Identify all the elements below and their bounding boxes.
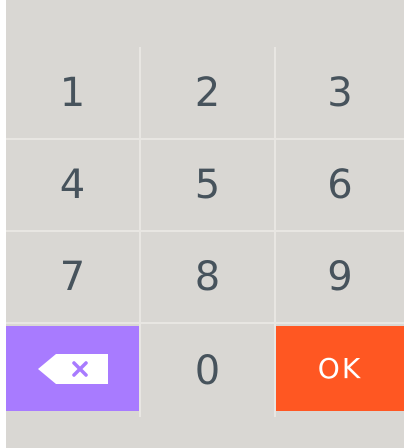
- keypad-grid: 1 2 3 4 5 6 7 8 9 0 OK: [6, 47, 404, 417]
- key-0[interactable]: 0: [141, 324, 274, 417]
- numeric-keypad: 1 2 3 4 5 6 7 8 9 0 OK: [6, 0, 404, 448]
- backspace-button[interactable]: [6, 326, 139, 411]
- grid-divider: [6, 322, 404, 324]
- key-label: 9: [327, 254, 353, 300]
- key-8[interactable]: 8: [141, 232, 274, 322]
- keypad-footer: [6, 417, 404, 448]
- key-label: 6: [327, 162, 353, 208]
- ok-label: OK: [317, 351, 363, 385]
- ok-button[interactable]: OK: [276, 326, 404, 411]
- grid-divider: [139, 47, 141, 417]
- key-label: 3: [327, 69, 353, 116]
- key-label: 8: [194, 254, 221, 300]
- keypad-display: [6, 0, 404, 47]
- key-label: 0: [194, 347, 221, 394]
- key-3[interactable]: 3: [276, 47, 404, 138]
- key-9[interactable]: 9: [276, 232, 404, 322]
- grid-divider: [6, 230, 404, 232]
- key-4[interactable]: 4: [6, 140, 139, 230]
- key-6[interactable]: 6: [276, 140, 404, 230]
- key-2[interactable]: 2: [141, 47, 274, 138]
- backspace-icon: [37, 353, 108, 384]
- key-label: 1: [59, 69, 86, 116]
- key-label: 5: [194, 162, 221, 208]
- grid-divider: [6, 138, 404, 140]
- key-label: 2: [194, 69, 221, 116]
- key-label: 4: [59, 162, 86, 208]
- key-5[interactable]: 5: [141, 140, 274, 230]
- key-1[interactable]: 1: [6, 47, 139, 138]
- grid-divider: [274, 47, 276, 417]
- key-label: 7: [59, 254, 86, 300]
- key-7[interactable]: 7: [6, 232, 139, 322]
